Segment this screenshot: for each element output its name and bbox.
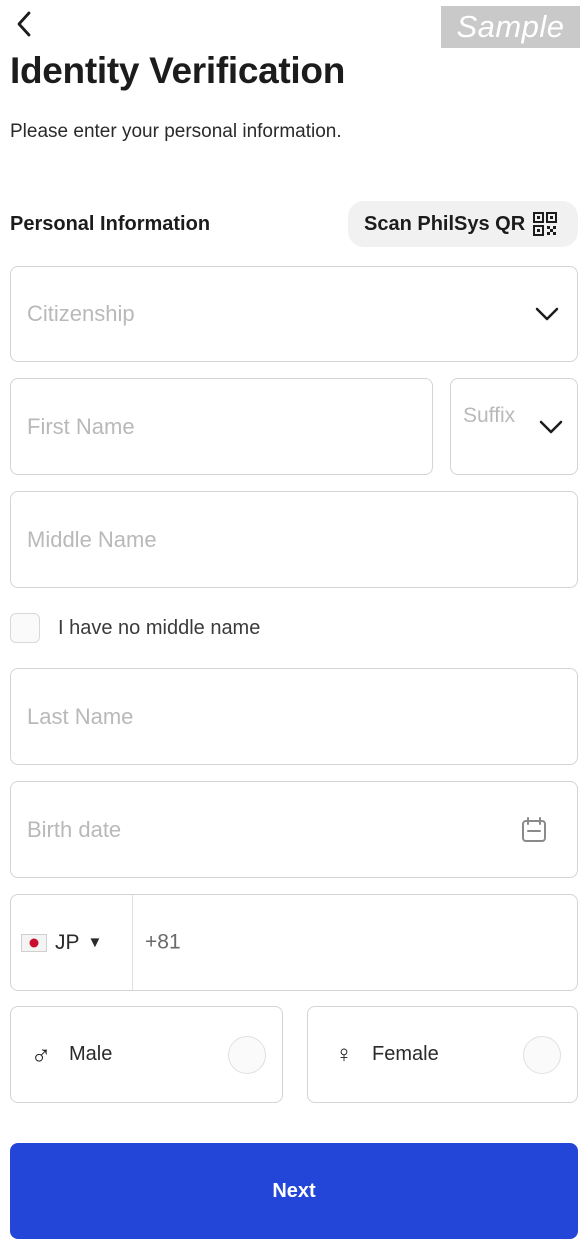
first-name-input[interactable]: First Name <box>10 378 433 475</box>
back-button[interactable] <box>8 8 40 40</box>
country-code-select[interactable]: JP ▼ <box>11 895 133 990</box>
male-radio[interactable] <box>228 1035 266 1074</box>
last-name-placeholder: Last Name <box>27 703 134 729</box>
scan-philsys-qr-button[interactable]: Scan PhilSys QR <box>348 201 578 247</box>
suffix-select[interactable]: Suffix <box>450 378 578 475</box>
female-label: Female <box>372 1043 439 1065</box>
female-radio[interactable] <box>523 1035 561 1074</box>
middle-name-placeholder: Middle Name <box>27 526 157 552</box>
male-label: Male <box>69 1043 113 1065</box>
chevron-down-icon <box>539 420 563 433</box>
no-middle-name-checkbox[interactable] <box>10 613 40 643</box>
page-subtitle: Please enter your personal information. <box>10 121 342 142</box>
gender-option-female[interactable]: ♀ Female <box>307 1006 578 1103</box>
next-button[interactable]: Next <box>10 1143 578 1239</box>
middle-name-input[interactable]: Middle Name <box>10 491 578 588</box>
chevron-left-icon <box>17 11 31 37</box>
female-icon: ♀ <box>335 1040 353 1068</box>
calendar-icon[interactable] <box>521 816 547 843</box>
sample-watermark: Sample <box>441 6 580 48</box>
qr-code-icon <box>533 212 558 236</box>
japan-flag-icon <box>21 933 47 952</box>
dial-code: +81 <box>145 930 181 954</box>
first-name-placeholder: First Name <box>27 413 135 439</box>
section-title: Personal Information <box>10 213 211 235</box>
citizenship-select[interactable]: Citizenship <box>10 266 578 362</box>
male-icon: ♂ <box>30 1038 52 1070</box>
chevron-down-icon <box>535 307 559 321</box>
phone-number-input[interactable]: JP ▼ +81 <box>10 894 578 991</box>
caret-down-icon: ▼ <box>87 934 103 951</box>
birth-date-input[interactable]: Birth date <box>10 781 578 878</box>
suffix-placeholder: Suffix <box>463 403 516 427</box>
birth-date-placeholder: Birth date <box>27 816 122 842</box>
page-title: Identity Verification <box>10 50 345 91</box>
scan-philsys-qr-label: Scan PhilSys QR <box>364 212 526 235</box>
no-middle-name-row[interactable]: I have no middle name <box>10 613 260 643</box>
last-name-input[interactable]: Last Name <box>10 668 578 765</box>
country-code-label: JP <box>55 930 80 954</box>
gender-option-male[interactable]: ♂ Male <box>10 1006 283 1103</box>
citizenship-placeholder: Citizenship <box>27 301 135 326</box>
no-middle-name-label: I have no middle name <box>58 616 261 639</box>
